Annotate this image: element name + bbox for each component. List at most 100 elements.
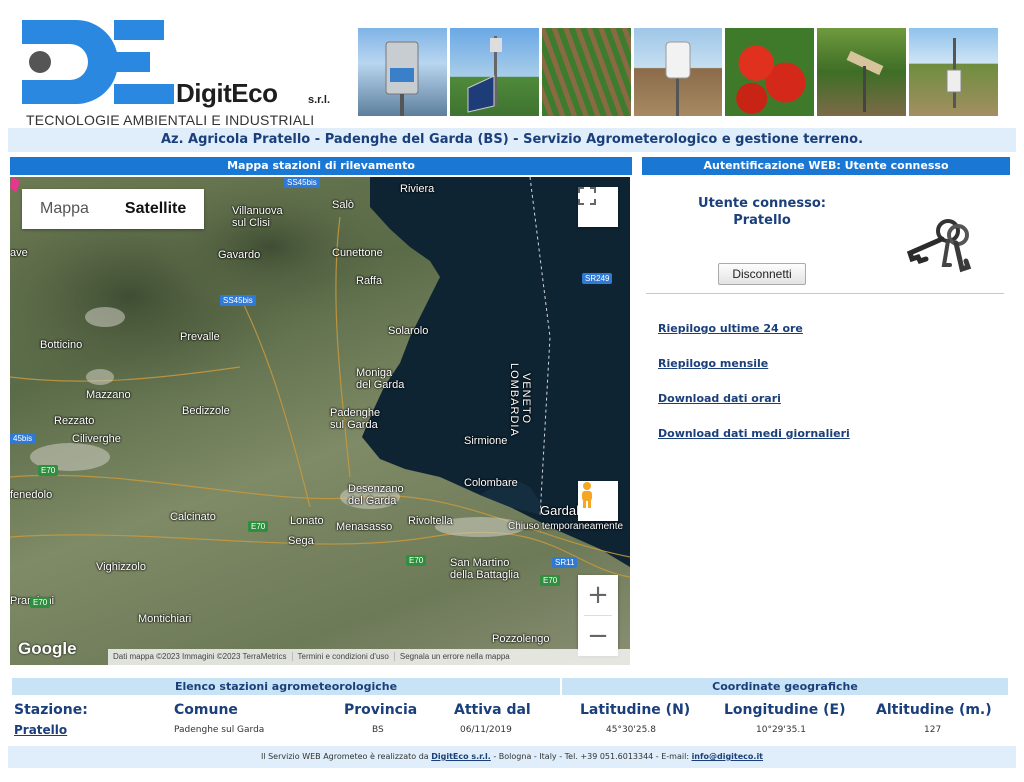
photo-tomatoes (725, 28, 815, 116)
auth-divider (646, 293, 1004, 294)
street-view-button[interactable] (578, 481, 618, 521)
col-station: Stazione: (14, 702, 88, 718)
col-longitude: Longitudine (E) (724, 702, 846, 718)
map-label-colombare: Colombare (464, 477, 518, 489)
map-label-gavardo: Gavardo (218, 249, 261, 261)
footer-prefix: Il Servizio WEB Agrometeo è realizzato d… (260, 752, 429, 761)
col-comune: Comune (174, 702, 238, 718)
satellite-map[interactable]: Riviera Salò Villanuova sul Clisi Gavard… (10, 177, 630, 665)
map-label-sirmione: Sirmione (464, 435, 508, 447)
road-tag-ss45bis-mid: SS45bis (220, 295, 256, 306)
road-tag-sr249: SR249 (582, 273, 613, 284)
map-attribution: Dati mappa ©2023 Immagini ©2023 TerraMet… (108, 649, 630, 665)
attribution-data: Dati mappa ©2023 Immagini ©2023 TerraMet… (108, 652, 293, 661)
map-label-riviera: Riviera (400, 183, 435, 195)
connected-user-label: Utente connesso: (698, 196, 826, 211)
map-type-map-button[interactable]: Mappa (22, 189, 107, 229)
map-label-chiuso: Chiuso temporaneamente (508, 521, 624, 532)
zoom-out-icon: − (587, 621, 609, 651)
photo-radiation-shield (633, 28, 723, 116)
keys-icon (906, 219, 972, 273)
link-download-hourly[interactable]: Download dati orari (658, 391, 850, 406)
stations-section-header: Elenco stazioni agrometeorologiche (12, 678, 560, 695)
road-tag-sr11: SR11 (552, 557, 578, 568)
zoom-in-button[interactable]: + (578, 575, 618, 615)
pegman-icon (582, 482, 592, 508)
link-monthly-summary[interactable]: Riepilogo mensile (658, 356, 850, 371)
photo-weather-station (358, 28, 447, 116)
digiteco-logo[interactable]: DigitEco s.r.l. TECNOLOGIE AMBIENTALI E … (18, 16, 338, 128)
fullscreen-button[interactable] (578, 187, 618, 227)
map-label-botticino: Botticino (40, 339, 83, 351)
map-panel: Mappa stazioni di rilevamento Riviera Sa… (10, 157, 632, 665)
logo-suffix: s.r.l. (308, 94, 331, 106)
connected-user-name: Pratello (733, 213, 791, 228)
cell-latitude: 45°30'25.8 (606, 725, 656, 735)
map-type-satellite-button[interactable]: Satellite (107, 189, 204, 229)
footer-email-link[interactable]: info@digiteco.it (692, 752, 763, 761)
map-label-prevalle: Prevalle (180, 331, 220, 343)
road-tag-e70-e: E70 (30, 597, 51, 608)
footer-company-link[interactable]: DigitEco s.r.l. (431, 752, 491, 761)
data-links: Riepilogo ultime 24 ore Riepilogo mensil… (658, 321, 850, 461)
page-footer: Il Servizio WEB Agrometeo è realizzato d… (8, 746, 1016, 768)
auth-panel: Autentificazione WEB: Utente connesso Ut… (642, 157, 1010, 665)
link-download-daily-avg[interactable]: Download dati medi giornalieri (658, 426, 850, 441)
station-link-pratello[interactable]: Pratello (14, 723, 67, 737)
map-label-veneto: VENETO (520, 373, 532, 425)
col-altitude: Altitudine (m.) (876, 702, 992, 718)
map-label-lonato: Lonato (290, 515, 324, 527)
map-label-sanmartino: San Martino della Battaglia (450, 557, 520, 581)
cell-comune: Padenghe sul Garda (174, 725, 265, 735)
auth-panel-title: Autentificazione WEB: Utente connesso (642, 157, 1010, 175)
link-last-24h[interactable]: Riepilogo ultime 24 ore (658, 321, 850, 336)
map-label-vighizzolo: Vighizzolo (96, 561, 146, 573)
road-tag-e70-b: E70 (248, 521, 269, 532)
connected-user: Utente connesso: Pratello (672, 195, 852, 229)
page-subtitle: Az. Agricola Pratello - Padenghe del Gar… (8, 128, 1016, 152)
road-tag-e70-a: E70 (38, 465, 59, 476)
map-label-desenzano: Desenzano del Garda (348, 483, 404, 507)
col-latitude: Latitudine (N) (580, 702, 691, 718)
map-label-menasasso: Menasasso (336, 521, 393, 533)
road-tag-ss45bis-top: SS45bis (284, 177, 320, 188)
header-photo-strip (358, 28, 999, 116)
map-label-rezzato: Rezzato (54, 415, 95, 427)
map-label-moniga: Moniga del Garda (356, 367, 405, 391)
zoom-control: + − (578, 575, 618, 656)
map-label-rivoltella: Rivoltella (408, 515, 453, 527)
map-label-raffa: Raffa (356, 275, 383, 287)
map-label-salo: Salò (332, 199, 355, 211)
map-label-ave: ave (10, 247, 28, 259)
map-label-cunettone: Cunettone (332, 247, 383, 259)
header: DigitEco s.r.l. TECNOLOGIE AMBIENTALI E … (8, 8, 1016, 128)
map-label-villanuova: Villanuova sul Clisi (232, 205, 283, 229)
attribution-report-link[interactable]: Segnala un errore nella mappa (395, 652, 515, 661)
photo-solar-station (449, 28, 539, 116)
attribution-terms-link[interactable]: Termini e condizioni d'uso (292, 652, 395, 661)
photo-vineyard-sensor (817, 28, 907, 116)
map-label-bedizzole: Bedizzole (182, 405, 230, 417)
logo-mark (22, 20, 174, 104)
google-logo: Google (18, 639, 77, 658)
map-label-padenghe: Padenghe sul Garda (330, 407, 381, 431)
coordinates-section-header: Coordinate geografiche (562, 678, 1008, 695)
map-type-control: Mappa Satellite (22, 189, 205, 229)
logo-tagline: TECNOLOGIE AMBIENTALI E INDUSTRIALI (26, 112, 315, 128)
cell-attiva: 06/11/2019 (460, 725, 512, 735)
road-tag-e70-d: E70 (540, 575, 561, 586)
map-label-ciliverghe: Ciliverghe (72, 433, 121, 445)
cell-longitude: 10°29'35.1 (756, 725, 806, 735)
map-label-pozzolengo: Pozzolengo (492, 633, 550, 645)
map-label-mazzano: Mazzano (86, 389, 131, 401)
disconnect-button[interactable]: Disconnetti (718, 263, 806, 285)
photo-field-station (909, 28, 999, 116)
map-label-sega: Sega (288, 535, 314, 547)
logo-name: DigitEco (176, 78, 278, 108)
map-terrain (10, 177, 630, 578)
cell-provincia: BS (372, 725, 384, 735)
user-block: Utente connesso: Pratello Disconnetti (642, 175, 1010, 295)
map-label-montichiari: Montichiari (138, 613, 192, 625)
location-marker-icon[interactable] (10, 177, 20, 193)
road-tag-e70-c: E70 (406, 555, 427, 566)
